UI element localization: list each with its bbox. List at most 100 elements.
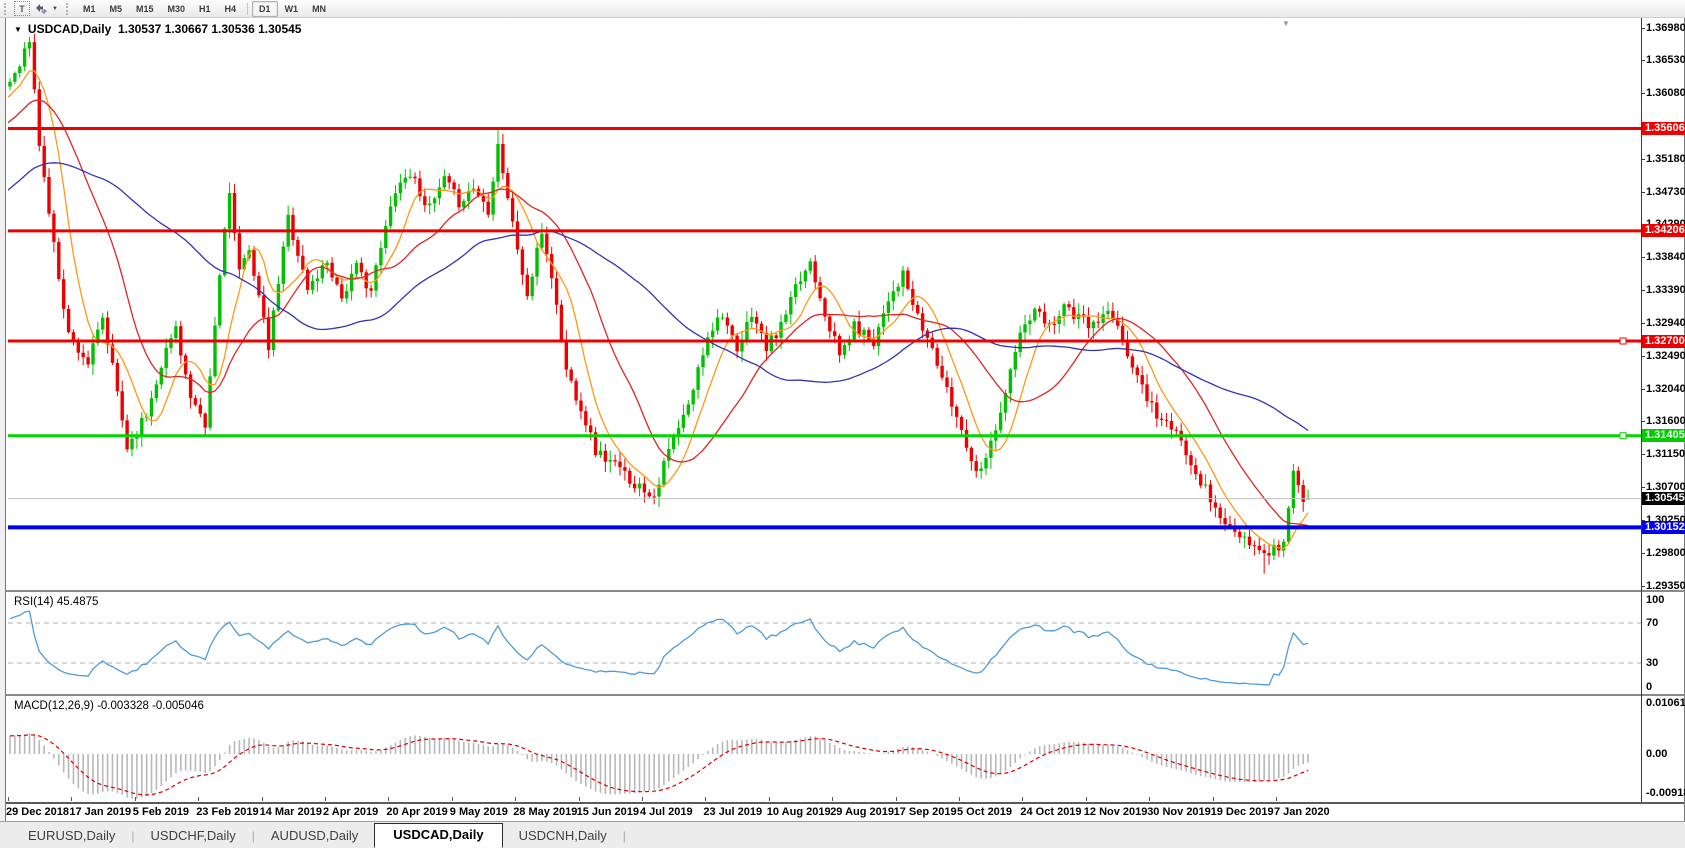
price-axis-label: 1.33390 xyxy=(1646,284,1685,296)
price-axis-label: 1.36530 xyxy=(1646,54,1685,66)
date-axis-label: 29 Aug 2019 xyxy=(830,806,894,818)
chart-symbol-period: USDCAD,Daily xyxy=(28,22,111,36)
chart-shift-marker-icon[interactable]: ▼ xyxy=(1282,19,1290,28)
rsi-indicator-label: RSI(14) 45.4875 xyxy=(14,596,98,608)
price-axis-label: 1.36980 xyxy=(1646,22,1685,34)
price-axis-label: 1.34730 xyxy=(1646,186,1685,198)
date-axis-label: 14 Mar 2019 xyxy=(260,806,322,818)
price-axis-label: 1.29350 xyxy=(1646,580,1685,592)
timeframe-button-m1[interactable]: M1 xyxy=(76,1,103,17)
price-axis-tick xyxy=(1641,93,1645,94)
price-axis-tick xyxy=(1641,454,1645,455)
price-axis-label: 1.31600 xyxy=(1646,415,1685,427)
macd-indicator-label: MACD(12,26,9) -0.003328 -0.005046 xyxy=(14,700,204,712)
date-axis-label: 10 Aug 2019 xyxy=(767,806,831,818)
chevron-down-icon[interactable]: ▼ xyxy=(52,6,58,12)
timeframe-button-h1[interactable]: H1 xyxy=(192,1,218,17)
date-axis-tick xyxy=(705,797,706,801)
price-level-badge: 1.35606 xyxy=(1642,122,1685,135)
price-axis-tick xyxy=(1641,323,1645,324)
chart-ohlc-readout: ▼ USDCAD,Daily 1.30537 1.30667 1.30536 1.… xyxy=(14,22,301,36)
date-axis-label: 5 Feb 2019 xyxy=(133,806,189,818)
macd-axis-label: 0.010615 xyxy=(1646,697,1685,709)
symbol-dropdown-caret-icon[interactable]: ▼ xyxy=(14,25,22,34)
chart-ohlc-values: 1.30537 1.30667 1.30536 1.30545 xyxy=(118,22,302,36)
price-axis-tick xyxy=(1641,60,1645,61)
date-axis-label: 2 Apr 2019 xyxy=(323,806,378,818)
date-axis-label: 17 Jan 2019 xyxy=(69,806,131,818)
rsi-axis-label: 0 xyxy=(1646,681,1652,693)
date-axis-tick xyxy=(1086,797,1087,801)
rsi-panel-canvas[interactable] xyxy=(8,592,1641,694)
price-level-badge: 1.34206 xyxy=(1642,224,1685,237)
price-axis-tick xyxy=(1641,28,1645,29)
chart-tab-usdchf[interactable]: USDCHF,Daily xyxy=(135,824,252,848)
timeframe-button-d1[interactable]: D1 xyxy=(252,1,278,17)
date-axis-label: 28 May 2019 xyxy=(513,806,577,818)
arrange-arrows-icon[interactable] xyxy=(35,3,48,15)
timeframe-button-mn[interactable]: MN xyxy=(305,1,333,17)
price-level-badge: 1.30545 xyxy=(1642,492,1685,505)
timeframe-button-group: M1M5M15M30H1H4 D1W1MN xyxy=(76,1,333,17)
date-axis-tick xyxy=(579,797,580,801)
chart-tab-bar: EURUSD,Daily|USDCHF,Daily|AUDUSD,DailyUS… xyxy=(0,821,1685,848)
date-axis-label: 7 Jan 2020 xyxy=(1274,806,1330,818)
date-axis-label: 23 Jul 2019 xyxy=(703,806,762,818)
rsi-axis-label: 70 xyxy=(1646,617,1658,629)
text-tool-icon: T xyxy=(19,4,25,14)
date-axis-label: 24 Oct 2019 xyxy=(1020,806,1081,818)
price-axis-label: 1.30700 xyxy=(1646,481,1685,493)
price-level-badge: 1.30152 xyxy=(1642,521,1685,534)
date-axis-tick xyxy=(8,797,9,801)
date-axis-label: 4 Jul 2019 xyxy=(640,806,693,818)
date-axis-label: 19 Dec 2019 xyxy=(1211,806,1274,818)
date-axis-tick xyxy=(515,797,516,801)
text-label-tool-button[interactable]: T xyxy=(14,1,30,16)
macd-panel-canvas[interactable] xyxy=(8,696,1641,802)
toolbar-grip[interactable] xyxy=(66,3,73,15)
toolbar-separator xyxy=(247,3,248,15)
timeframe-button-h4[interactable]: H4 xyxy=(218,1,244,17)
price-axis-tick xyxy=(1641,257,1645,258)
date-axis-tick xyxy=(832,797,833,801)
date-axis-tick xyxy=(1276,797,1277,801)
rsi-axis-label: 30 xyxy=(1646,657,1658,669)
price-axis-tick xyxy=(1641,421,1645,422)
date-axis-tick xyxy=(198,797,199,801)
date-axis-tick xyxy=(388,797,389,801)
timeframe-button-m30[interactable]: M30 xyxy=(161,1,193,17)
price-axis-tick xyxy=(1641,290,1645,291)
date-axis-label: 15 Jun 2019 xyxy=(577,806,639,818)
chart-tab-eurusd[interactable]: EURUSD,Daily xyxy=(12,824,131,848)
date-axis-label: 9 May 2019 xyxy=(450,806,508,818)
date-axis-label: 30 Nov 2019 xyxy=(1147,806,1211,818)
chart-tab-usdcnh[interactable]: USDCNH,Daily xyxy=(503,824,623,848)
timeframe-button-w1[interactable]: W1 xyxy=(278,1,306,17)
price-axis-label: 1.32940 xyxy=(1646,317,1685,329)
chart-tab-usdcad[interactable]: USDCAD,Daily xyxy=(374,823,502,848)
date-axis-tick xyxy=(1022,797,1023,801)
date-axis-label: 12 Nov 2019 xyxy=(1084,806,1148,818)
date-axis-label: 23 Feb 2019 xyxy=(196,806,258,818)
date-axis-tick xyxy=(642,797,643,801)
price-axis-tick xyxy=(1641,192,1645,193)
date-axis-tick xyxy=(769,797,770,801)
macd-axis-label: 0.00 xyxy=(1646,748,1667,760)
date-axis-tick xyxy=(135,797,136,801)
date-axis-label: 5 Oct 2019 xyxy=(957,806,1012,818)
date-axis-tick xyxy=(959,797,960,801)
price-axis-tick xyxy=(1641,356,1645,357)
timeframe-button-m15[interactable]: M15 xyxy=(129,1,161,17)
date-axis-tick xyxy=(325,797,326,801)
timeframe-button-m5[interactable]: M5 xyxy=(102,1,129,17)
date-axis-tick xyxy=(896,797,897,801)
date-axis-tick xyxy=(262,797,263,801)
price-axis-label: 1.32490 xyxy=(1646,350,1685,362)
price-axis-label: 1.36080 xyxy=(1646,87,1685,99)
main-chart-canvas[interactable] xyxy=(8,18,1641,590)
price-axis-tick xyxy=(1641,389,1645,390)
price-axis-label: 1.35180 xyxy=(1646,153,1685,165)
date-axis-tick xyxy=(452,797,453,801)
toolbar-grip[interactable] xyxy=(4,3,11,15)
chart-tab-audusd[interactable]: AUDUSD,Daily xyxy=(255,824,374,848)
